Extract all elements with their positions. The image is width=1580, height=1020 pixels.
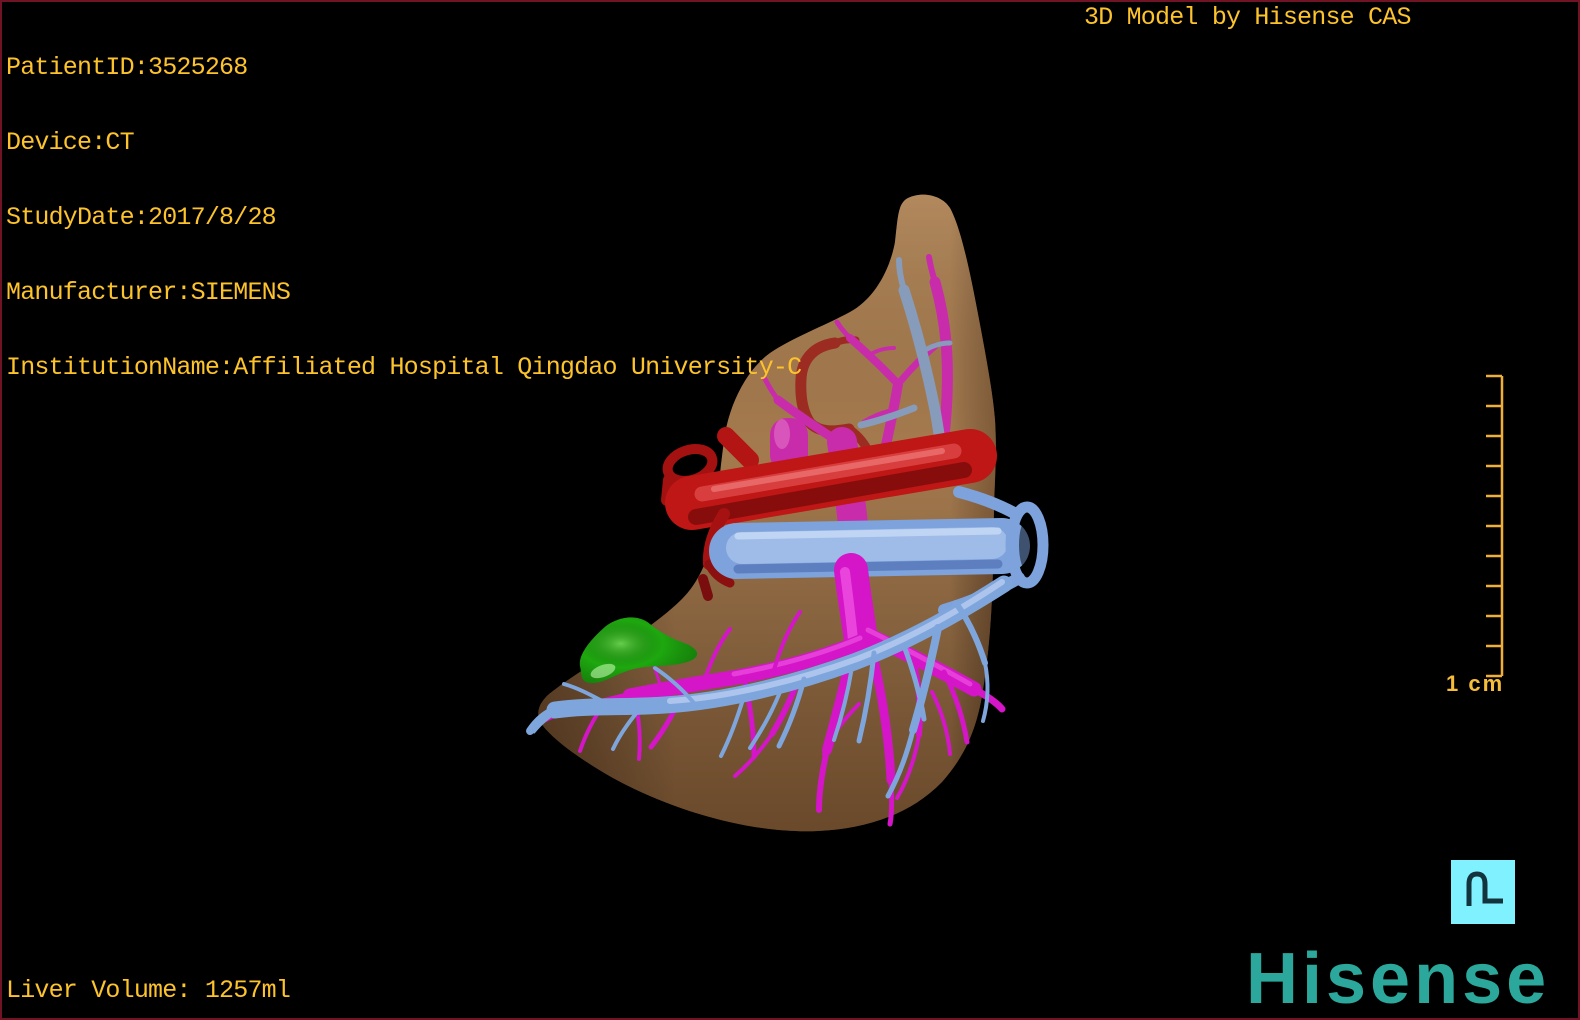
study-date: StudyDate:2017/8/28 xyxy=(6,203,277,232)
patient-info-overlay: PatientID:3525268 Device:CT StudyDate:20… xyxy=(6,5,802,430)
device: Device:CT xyxy=(6,128,135,157)
application-window: PatientID:3525268 Device:CT StudyDate:20… xyxy=(0,0,1580,1020)
institution-name: InstitutionName:Affiliated Hospital Qing… xyxy=(6,353,802,382)
scale-bar xyxy=(1486,374,1504,678)
orientation-marker-icon[interactable] xyxy=(1451,860,1515,924)
liver-volume-readout: Liver Volume: 1257ml xyxy=(6,976,291,1005)
manufacturer: Manufacturer:SIEMENS xyxy=(6,278,291,307)
watermark-title: 3D Model by Hisense CAS xyxy=(1084,3,1411,32)
scale-bar-label: 1 cm xyxy=(1446,671,1505,696)
patient-id: PatientID:3525268 xyxy=(6,53,248,82)
hisense-logo: Hisense xyxy=(1246,939,1551,1019)
